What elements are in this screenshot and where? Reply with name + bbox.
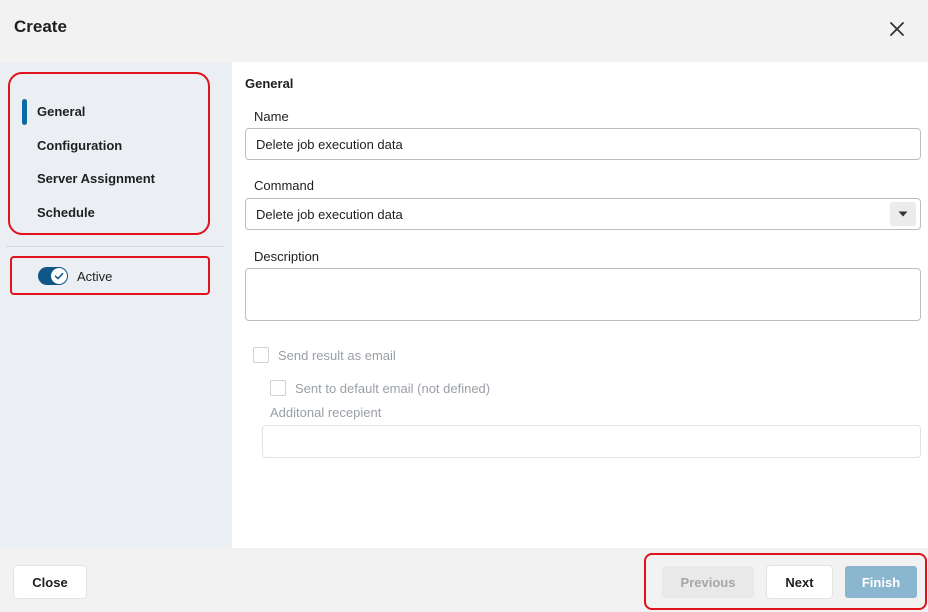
- default-email-checkbox[interactable]: [270, 380, 286, 396]
- previous-button[interactable]: Previous: [662, 566, 754, 598]
- command-select-value: Delete job execution data: [256, 207, 403, 222]
- close-button[interactable]: Close: [14, 566, 86, 598]
- sidebar-item-configuration[interactable]: Configuration: [37, 138, 122, 153]
- sidebar: General Configuration Server Assignment …: [0, 62, 232, 548]
- chevron-down-icon[interactable]: [890, 202, 916, 226]
- nav-selected-indicator: [22, 99, 27, 125]
- sidebar-divider: [6, 246, 224, 247]
- finish-button[interactable]: Finish: [845, 566, 917, 598]
- default-email-label: Sent to default email (not defined): [295, 381, 491, 396]
- name-label: Name: [254, 109, 289, 124]
- command-label: Command: [254, 178, 314, 193]
- next-button[interactable]: Next: [767, 566, 832, 598]
- dialog-footer: Close Previous Next Finish: [0, 548, 928, 612]
- command-select[interactable]: Delete job execution data: [245, 198, 921, 230]
- dialog-header: Create: [0, 0, 928, 62]
- send-email-label: Send result as email: [278, 348, 396, 363]
- name-input[interactable]: Delete job execution data: [245, 128, 921, 160]
- active-label: Active: [77, 269, 113, 284]
- additional-recipient-label: Additonal recepient: [270, 405, 382, 420]
- active-toggle[interactable]: [38, 267, 68, 285]
- sidebar-item-general[interactable]: General: [37, 104, 85, 119]
- close-icon[interactable]: [884, 16, 910, 42]
- send-email-checkbox[interactable]: [253, 347, 269, 363]
- section-title: General: [245, 76, 294, 91]
- sidebar-item-schedule[interactable]: Schedule: [37, 205, 95, 220]
- description-textarea[interactable]: [245, 268, 921, 321]
- additional-recipient-input[interactable]: [262, 425, 921, 458]
- check-icon: [54, 272, 64, 280]
- toggle-knob: [51, 268, 67, 284]
- description-label: Description: [254, 249, 320, 264]
- form-panel: General Name Delete job execution data C…: [232, 62, 928, 548]
- sidebar-item-server-assignment[interactable]: Server Assignment: [37, 171, 155, 186]
- dialog-title: Create: [14, 17, 67, 36]
